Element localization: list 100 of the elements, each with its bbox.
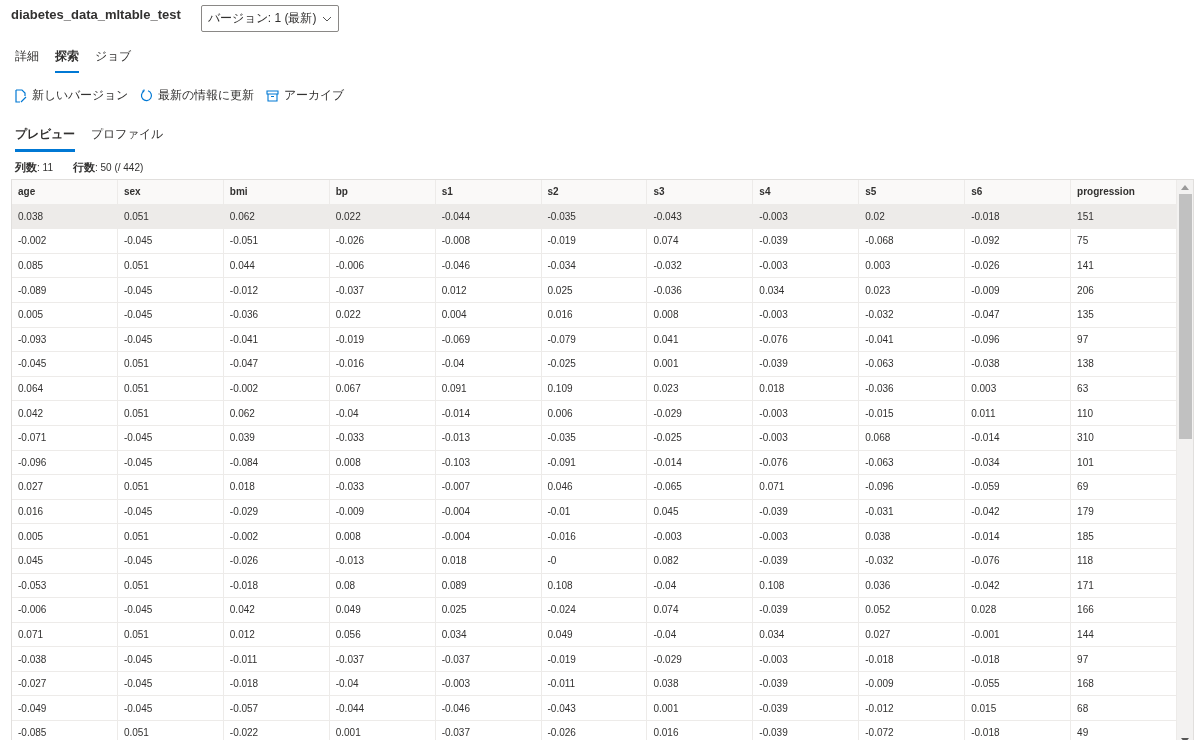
- table-cell: 0.051: [117, 622, 224, 647]
- table-cell: -0.044: [329, 696, 436, 721]
- table-cell: 0.049: [329, 598, 436, 622]
- table-cell: -0.008: [435, 229, 542, 253]
- table-cell: 0.067: [329, 376, 436, 401]
- table-cell: -0.103: [435, 450, 542, 475]
- table-cell: -0.018: [965, 204, 1072, 229]
- table-cell: -0.039: [753, 499, 860, 524]
- tab[interactable]: ジョブ: [95, 44, 131, 73]
- table-row[interactable]: -0.002 -0.045 -0.051 -0.026 -0.008 -0.019 0.074 -0.039 -0.068 -0.092 75: [12, 229, 1177, 254]
- table-row[interactable]: 0.042 0.051 0.062 -0.04 -0.014 0.006 -0.029 -0.003 -0.015 0.011 110: [12, 401, 1177, 426]
- column-header[interactable]: s6: [965, 180, 1072, 204]
- column-header[interactable]: age: [12, 180, 118, 204]
- table-cell: -0.011: [541, 671, 648, 696]
- table-cell: -0.04: [329, 671, 436, 696]
- tab[interactable]: 探索: [55, 44, 79, 73]
- column-header[interactable]: s4: [753, 180, 860, 204]
- column-header[interactable]: sex: [117, 180, 224, 204]
- table-cell: -0.049: [12, 696, 118, 721]
- toolbar-button[interactable]: 新しいバージョン: [15, 85, 128, 106]
- table-cell: -0.072: [859, 721, 966, 740]
- table-cell: 49: [1071, 721, 1177, 740]
- tab[interactable]: プレビュー: [15, 123, 75, 152]
- table-row[interactable]: 0.085 0.051 0.044 -0.006 -0.046 -0.034 -0.032 -0.003 0.003 -0.026 141: [12, 253, 1177, 279]
- table-cell: 0.044: [223, 253, 330, 278]
- table-row[interactable]: -0.085 0.051 -0.022 0.001 -0.037 -0.026 0.016 -0.039 -0.072 -0.018 49: [12, 721, 1177, 740]
- table-cell: -0.009: [859, 671, 966, 696]
- table-cell: -0.009: [965, 278, 1072, 302]
- scrollbar-thumb[interactable]: [1178, 194, 1192, 439]
- table-cell: -0.003: [753, 425, 860, 450]
- table-cell: 0.025: [435, 598, 542, 622]
- table-cell: -0.036: [647, 278, 754, 302]
- table-cell: -0.065: [647, 475, 754, 499]
- table-cell: -0.038: [12, 647, 118, 671]
- table-row[interactable]: -0.006 -0.045 0.042 0.049 0.025 -0.024 0.074 -0.039 0.052 0.028 166: [12, 598, 1177, 623]
- table-row[interactable]: 0.064 0.051 -0.002 0.067 0.091 0.109 0.023 0.018 -0.036 0.003 63: [12, 376, 1177, 402]
- table-cell: -0.039: [753, 671, 860, 696]
- table-cell: -0.004: [435, 499, 542, 524]
- toolbar-button[interactable]: アーカイブ: [266, 85, 344, 106]
- table-cell: -0.007: [435, 475, 542, 499]
- table-row[interactable]: -0.093 -0.045 -0.041 -0.019 -0.069 -0.079 0.041 -0.076 -0.041 -0.096 97: [12, 327, 1177, 353]
- table-cell: 0.108: [753, 573, 860, 598]
- table-row[interactable]: -0.038 -0.045 -0.011 -0.037 -0.037 -0.019 -0.029 -0.003 -0.018 -0.018 97: [12, 647, 1177, 672]
- table-cell: -0.003: [753, 302, 860, 327]
- table-row[interactable]: -0.053 0.051 -0.018 0.08 0.089 0.108 -0.04 0.108 0.036 -0.042 171: [12, 573, 1177, 599]
- table-cell: -0.039: [753, 598, 860, 622]
- tab[interactable]: 詳細: [15, 44, 39, 73]
- table-cell: -0.035: [541, 425, 648, 450]
- version-dropdown[interactable]: バージョン: 1 (最新): [200, 5, 340, 32]
- table-cell: 0.027: [12, 475, 118, 499]
- table-cell: -0.029: [223, 499, 330, 524]
- chevron-down-icon: [322, 15, 333, 22]
- table-cell: -0.063: [859, 352, 966, 376]
- table-row[interactable]: -0.045 0.051 -0.047 -0.016 -0.04 -0.025 0.001 -0.039 -0.063 -0.038 138: [12, 352, 1177, 377]
- toolbar-button[interactable]: 最新の情報に更新: [140, 85, 254, 106]
- table-cell: 0.085: [12, 253, 118, 278]
- table-row[interactable]: -0.096 -0.045 -0.084 0.008 -0.103 -0.091 -0.014 -0.076 -0.063 -0.034 101: [12, 450, 1177, 476]
- table-cell: 0.089: [435, 573, 542, 598]
- table-row[interactable]: 0.016 -0.045 -0.029 -0.009 -0.004 -0.01 0.045 -0.039 -0.031 -0.042 179: [12, 499, 1177, 525]
- tab[interactable]: プロファイル: [91, 123, 163, 152]
- table-row[interactable]: 0.038 0.051 0.062 0.022 -0.044 -0.035 -0.043 -0.003 0.02 -0.018 151: [12, 204, 1177, 230]
- table-cell: -0.006: [12, 598, 118, 622]
- table-cell: -0.032: [647, 253, 754, 278]
- column-header[interactable]: s1: [435, 180, 542, 204]
- column-header[interactable]: s5: [859, 180, 966, 204]
- table-row[interactable]: 0.027 0.051 0.018 -0.033 -0.007 0.046 -0.065 0.071 -0.096 -0.059 69: [12, 475, 1177, 500]
- table-cell: -0.035: [541, 204, 648, 229]
- table-cell: -0.057: [223, 696, 330, 721]
- table-cell: 63: [1071, 376, 1177, 401]
- table-cell: -0.091: [541, 450, 648, 475]
- table-cell: -0.045: [117, 327, 224, 352]
- table-row[interactable]: -0.071 -0.045 0.039 -0.033 -0.013 -0.035 -0.025 -0.003 0.068 -0.014 310: [12, 425, 1177, 451]
- column-header[interactable]: bp: [329, 180, 436, 204]
- table-cell: 0.051: [117, 721, 224, 740]
- table-cell: 0.071: [753, 475, 860, 499]
- table-row[interactable]: -0.089 -0.045 -0.012 -0.037 0.012 0.025 -0.036 0.034 0.023 -0.009 206: [12, 278, 1177, 303]
- table-cell: -0.044: [435, 204, 542, 229]
- table-row[interactable]: -0.049 -0.045 -0.057 -0.044 -0.046 -0.043 0.001 -0.039 -0.012 0.015 68: [12, 696, 1177, 722]
- table-cell: 0.018: [435, 548, 542, 573]
- table-cell: 0.023: [859, 278, 966, 302]
- scrollbar[interactable]: [1177, 180, 1193, 740]
- table-cell: -0.003: [753, 647, 860, 671]
- table-cell: -0.012: [859, 696, 966, 721]
- table-row[interactable]: 0.045 -0.045 -0.026 -0.013 0.018 -0 0.082 -0.039 -0.032 -0.076 118: [12, 548, 1177, 574]
- table-cell: 97: [1071, 647, 1177, 671]
- dataset-title: diabetes_data_mltable_test: [11, 6, 181, 22]
- table-row[interactable]: -0.027 -0.045 -0.018 -0.04 -0.003 -0.011 0.038 -0.039 -0.009 -0.055 168: [12, 671, 1177, 697]
- table-cell: -0.018: [965, 647, 1072, 671]
- column-header[interactable]: bmi: [223, 180, 330, 204]
- column-header[interactable]: s2: [541, 180, 648, 204]
- column-header[interactable]: s3: [647, 180, 754, 204]
- column-header[interactable]: progression: [1071, 180, 1177, 204]
- table-row[interactable]: 0.005 0.051 -0.002 0.008 -0.004 -0.016 -0.003 -0.003 0.038 -0.014 185: [12, 524, 1177, 549]
- table-cell: 0.001: [647, 352, 754, 376]
- table-row[interactable]: 0.071 0.051 0.012 0.056 0.034 0.049 -0.04 0.034 0.027 -0.001 144: [12, 622, 1177, 648]
- table-cell: -0.019: [329, 327, 436, 352]
- table-row[interactable]: 0.005 -0.045 -0.036 0.022 0.004 0.016 0.008 -0.003 -0.032 -0.047 135: [12, 302, 1177, 328]
- table-cell: -0.079: [541, 327, 648, 352]
- table-cell: -0.025: [541, 352, 648, 376]
- table-cell: -0.085: [12, 721, 118, 740]
